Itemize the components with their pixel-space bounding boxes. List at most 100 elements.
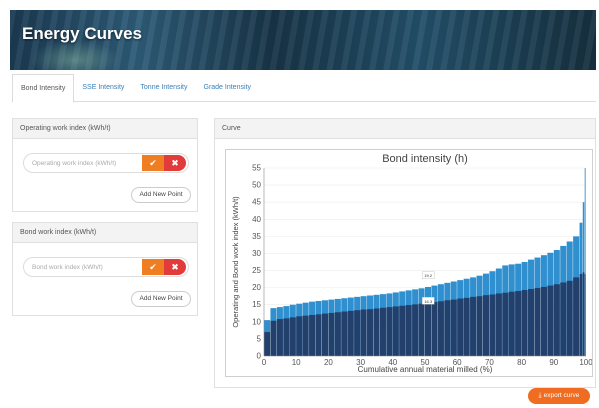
y-tick-label: 20 bbox=[252, 283, 261, 292]
curve-panel: Curve 0 5 10 15 20 25 30 35 40 45 50 55 0 10 20 30 40 50 6… bbox=[214, 118, 596, 388]
lower-series-bar bbox=[534, 287, 541, 356]
bond-input-group: ✔ ✖ bbox=[23, 257, 189, 277]
close-icon: ✖ bbox=[171, 262, 179, 272]
lower-series-bar bbox=[399, 305, 406, 356]
tab-sse-intensity[interactable]: SSE Intensity bbox=[74, 74, 132, 102]
y-tick-label: 40 bbox=[252, 215, 261, 224]
lower-series-bar bbox=[457, 298, 464, 356]
lower-series-bar bbox=[508, 291, 515, 356]
lower-series-bar bbox=[418, 303, 425, 356]
check-icon: ✔ bbox=[149, 262, 157, 272]
y-tick-label: 15 bbox=[252, 300, 261, 309]
bond-work-index-input[interactable] bbox=[32, 260, 132, 274]
lower-series-bar bbox=[360, 309, 367, 356]
x-tick-label: 0 bbox=[262, 358, 267, 367]
chart-frame: 0 5 10 15 20 25 30 35 40 45 50 55 0 10 20 30 40 50 60 70 80 9… bbox=[225, 149, 593, 377]
x-tick-label: 10 bbox=[292, 358, 301, 367]
tab-bond-intensity[interactable]: Bond Intensity bbox=[12, 74, 75, 103]
lower-series-bar bbox=[276, 319, 283, 356]
lower-series-bar bbox=[521, 290, 528, 356]
lower-series-bar bbox=[502, 292, 509, 356]
lower-series-bar bbox=[476, 296, 483, 356]
lower-series-bar bbox=[463, 297, 470, 356]
y-tick-label: 45 bbox=[252, 198, 261, 207]
lower-series-bar bbox=[412, 304, 419, 356]
lower-series-bar bbox=[489, 294, 496, 356]
x-tick-label: 100 bbox=[579, 358, 592, 367]
lower-series-bar bbox=[321, 313, 328, 356]
y-tick-label: 25 bbox=[252, 266, 261, 275]
lower-series-bar bbox=[354, 310, 361, 356]
lower-series-bar bbox=[582, 272, 585, 356]
lower-series-bar bbox=[444, 300, 451, 356]
banner-glow bbox=[30, 40, 120, 70]
y-axis-label: Operating and Bond work index (kWh/t) bbox=[231, 196, 240, 328]
annotation-label: 16.3 bbox=[424, 299, 433, 304]
lower-series-bar bbox=[296, 316, 303, 356]
chart-title: Bond intensity (h) bbox=[382, 153, 468, 165]
y-tick-label: 50 bbox=[252, 181, 261, 190]
lower-series-bar bbox=[528, 289, 535, 356]
x-tick-label: 20 bbox=[324, 358, 333, 367]
export-curve-button[interactable]: ⤓ export curve bbox=[528, 388, 590, 404]
lower-series-bar bbox=[386, 307, 393, 356]
lower-series-bar bbox=[283, 318, 290, 356]
panel-title: Curve bbox=[215, 119, 595, 139]
tab-tonne-intensity[interactable]: Tonne Intensity bbox=[132, 74, 195, 102]
lower-series-bar bbox=[470, 296, 477, 356]
lower-series-bar bbox=[379, 307, 386, 356]
lower-series-bar bbox=[367, 309, 374, 356]
delete-button[interactable]: ✖ bbox=[164, 259, 186, 275]
lower-series-bar bbox=[566, 280, 573, 356]
page-title: Energy Curves bbox=[22, 24, 142, 43]
lower-series-bar bbox=[341, 311, 348, 356]
lower-series-bar bbox=[309, 314, 316, 356]
lower-series-bar bbox=[425, 302, 432, 356]
y-tick-label: 30 bbox=[252, 249, 261, 258]
lower-series-bar bbox=[450, 299, 457, 356]
operating-work-index-panel: Operating work index (kWh/t) ✔ ✖ Add New… bbox=[12, 118, 198, 212]
confirm-button[interactable]: ✔ bbox=[142, 155, 164, 171]
tab-bar: Bond Intensity SSE Intensity Tonne Inten… bbox=[12, 74, 596, 103]
bond-intensity-chart: 05101520253035404550550 10 20 30 40 50 60 70 80 9… bbox=[231, 153, 592, 374]
check-icon: ✔ bbox=[149, 158, 157, 168]
download-icon: ⤓ bbox=[538, 392, 542, 399]
lower-series-bar bbox=[573, 277, 580, 356]
y-tick-label: 35 bbox=[252, 232, 261, 241]
panel-title: Bond work index (kWh/t) bbox=[13, 223, 197, 243]
x-tick-label: 90 bbox=[549, 358, 558, 367]
lower-series-bar bbox=[347, 310, 354, 356]
add-new-point-button[interactable]: Add New Point bbox=[131, 291, 191, 307]
lower-series-bar bbox=[553, 284, 560, 356]
header-banner: Energy Curves bbox=[10, 10, 596, 70]
confirm-button[interactable]: ✔ bbox=[142, 259, 164, 275]
annotation-label: 19.2 bbox=[424, 273, 433, 278]
lower-series-bar bbox=[584, 273, 586, 356]
lower-series-bar bbox=[392, 306, 399, 356]
lower-series-bar bbox=[547, 285, 554, 356]
lower-series-bar bbox=[270, 320, 277, 356]
y-tick-label: 10 bbox=[252, 317, 261, 326]
panel-title: Operating work index (kWh/t) bbox=[13, 119, 197, 139]
lower-series-bar bbox=[482, 295, 489, 356]
lower-series-bar bbox=[560, 282, 567, 356]
delete-button[interactable]: ✖ bbox=[164, 155, 186, 171]
tab-grade-intensity[interactable]: Grade Intensity bbox=[196, 74, 259, 102]
close-icon: ✖ bbox=[171, 158, 179, 168]
add-new-point-button[interactable]: Add New Point bbox=[131, 187, 191, 203]
y-tick-label: 5 bbox=[257, 334, 262, 343]
lower-series-bar bbox=[431, 301, 438, 356]
x-axis-label: Cumulative annual material milled (%) bbox=[358, 365, 493, 374]
bond-work-index-panel: Bond work index (kWh/t) ✔ ✖ Add New Poin… bbox=[12, 222, 198, 316]
lower-series-bar bbox=[579, 273, 583, 356]
operating-work-index-input[interactable] bbox=[32, 156, 132, 170]
x-tick-label: 80 bbox=[517, 358, 526, 367]
lower-series-bar bbox=[328, 312, 335, 356]
lower-series-bar bbox=[302, 315, 309, 356]
lower-series-bar bbox=[315, 314, 322, 356]
y-tick-label: 55 bbox=[252, 164, 261, 173]
lower-series-bar bbox=[515, 291, 522, 356]
lower-series-bar bbox=[540, 286, 547, 356]
export-label: export curve bbox=[543, 392, 580, 399]
lower-series-bar bbox=[405, 305, 412, 356]
